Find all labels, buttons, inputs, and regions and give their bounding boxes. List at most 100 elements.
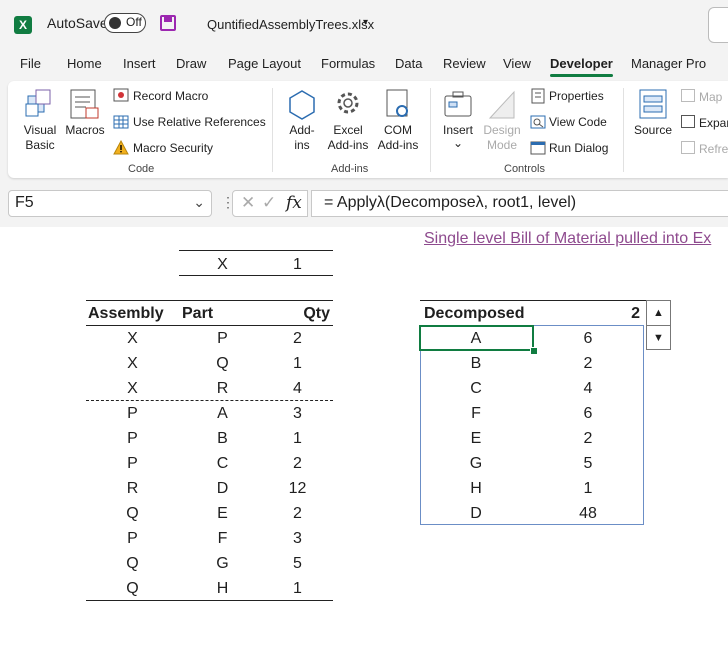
cancel-icon[interactable]: ✕ [241,193,255,213]
bom-part-cell[interactable]: Q [195,351,250,376]
bom-part-cell[interactable]: F [195,526,250,551]
tab-manager-pro[interactable]: Manager Pro [631,56,706,71]
bom-qty-cell[interactable]: 2 [270,326,325,351]
bom-part-cell[interactable]: R [195,376,250,401]
bom-qty-cell[interactable]: 4 [270,376,325,401]
decomposed-part-cell[interactable]: B [420,351,532,376]
decomposed-part-cell[interactable]: E [420,426,532,451]
bom-header-qty[interactable]: Qty [280,301,330,326]
autosave-toggle[interactable]: Off [104,13,146,33]
bom-assembly-cell[interactable]: P [105,526,160,551]
decomposed-qty-cell[interactable]: 6 [532,326,644,351]
decomposed-qty-cell[interactable]: 2 [532,426,644,451]
chevron-down-icon[interactable]: ⌄ [193,194,205,211]
tab-file[interactable]: File [20,56,41,71]
bom-assembly-cell[interactable]: Q [105,576,160,601]
bom-link[interactable]: Single level Bill of Material pulled int… [424,230,711,248]
excel-add-ins-button[interactable] [333,88,363,122]
bom-qty-cell[interactable]: 1 [270,426,325,451]
decomposed-qty-cell[interactable]: 4 [532,376,644,401]
tab-formulas[interactable]: Formulas [321,56,375,71]
bom-part-cell[interactable]: C [195,451,250,476]
name-box[interactable]: F5 ⌄ [8,190,212,217]
bom-part-cell[interactable]: E [195,501,250,526]
macros-button[interactable] [68,88,102,122]
bom-qty-cell[interactable]: 2 [270,501,325,526]
bom-assembly-cell[interactable]: P [105,451,160,476]
tab-draw[interactable]: Draw [176,56,206,71]
bom-assembly-cell[interactable]: R [105,476,160,501]
decomposed-qty-cell[interactable]: 2 [532,351,644,376]
visual-basic-button[interactable] [22,88,58,122]
level-spinner[interactable]: ▲ ▼ [646,300,671,350]
decomposed-qty-cell[interactable]: 5 [532,451,644,476]
spinner-up-icon[interactable]: ▲ [647,301,670,326]
level-cell[interactable]: 2 [600,301,640,326]
save-icon[interactable] [160,15,176,31]
add-ins-icon [289,90,315,120]
tab-developer[interactable]: Developer [550,56,613,77]
tab-review[interactable]: Review [443,56,486,71]
bom-qty-cell[interactable]: 2 [270,451,325,476]
decomposed-part-cell[interactable]: H [420,476,532,501]
enter-check-icon[interactable]: ✓ [262,193,276,213]
run-dialog-icon [530,141,546,155]
decomposed-part-cell[interactable]: G [420,451,532,476]
code-group-label: Code [128,163,155,175]
map-properties-label: Map [699,90,723,104]
bom-part-cell[interactable]: A [195,401,250,426]
com-add-ins-button[interactable] [384,88,412,122]
chevron-down-icon[interactable]: ▾ [363,17,368,28]
bom-part-cell[interactable]: G [195,551,250,576]
bom-qty-cell[interactable]: 1 [270,576,325,601]
tab-home[interactable]: Home [67,56,102,71]
fill-handle[interactable] [530,347,538,355]
bom-part-cell[interactable]: H [195,576,250,601]
insert-control-button[interactable] [443,88,473,122]
expansion-packs-button[interactable]: Expar [681,115,728,130]
bom-part-cell[interactable]: D [195,476,250,501]
bom-qty-cell[interactable]: 1 [270,351,325,376]
bom-qty-cell[interactable]: 5 [270,551,325,576]
tab-insert[interactable]: Insert [123,56,156,71]
bom-header-part[interactable]: Part [182,301,232,326]
decomposed-part-cell[interactable]: C [420,376,532,401]
search-box[interactable] [708,7,728,43]
bom-assembly-cell[interactable]: Q [105,501,160,526]
visual-basic-label: Visual Basic [16,123,64,153]
toolbox-icon [444,91,472,117]
decomposed-header[interactable]: Decomposed [424,301,564,326]
decomposed-qty-cell[interactable]: 48 [532,501,644,526]
root-qty-cell[interactable]: 1 [270,252,325,277]
bom-assembly-cell[interactable]: P [105,401,160,426]
tab-view[interactable]: View [503,56,531,71]
decomposed-part-cell[interactable]: F [420,401,532,426]
bom-qty-cell[interactable]: 3 [270,526,325,551]
controls-group-label: Controls [504,163,545,175]
file-name[interactable]: QuntifiedAssemblyTrees.xlsx [207,17,374,32]
bom-qty-cell[interactable]: 3 [270,401,325,426]
decomposed-qty-cell[interactable]: 6 [532,401,644,426]
bom-assembly-cell[interactable]: X [105,326,160,351]
root-assembly-cell[interactable]: X [195,252,250,277]
bom-assembly-cell[interactable]: P [105,426,160,451]
name-box-value: F5 [15,194,34,211]
insert-function-icon[interactable]: fx [286,193,302,213]
bom-assembly-cell[interactable]: X [105,351,160,376]
decomposed-part-cell[interactable]: D [420,501,532,526]
bom-qty-cell[interactable]: 12 [270,476,325,501]
bom-header-assembly[interactable]: Assembly [88,301,172,326]
formula-input[interactable]: = Applyλ(Decomposeλ, root1, level) [311,190,728,217]
bom-part-cell[interactable]: B [195,426,250,451]
add-ins-button[interactable] [287,88,317,122]
spinner-down-icon[interactable]: ▼ [647,326,670,350]
tab-page-layout[interactable]: Page Layout [228,56,301,71]
tab-data[interactable]: Data [395,56,422,71]
add-ins-group-label: Add-ins [331,163,369,175]
bom-part-cell[interactable]: P [195,326,250,351]
bom-assembly-cell[interactable]: X [105,376,160,401]
chevron-down-icon[interactable]: ⌄ [451,136,465,151]
source-button[interactable] [638,88,668,122]
bom-assembly-cell[interactable]: Q [105,551,160,576]
decomposed-qty-cell[interactable]: 1 [532,476,644,501]
